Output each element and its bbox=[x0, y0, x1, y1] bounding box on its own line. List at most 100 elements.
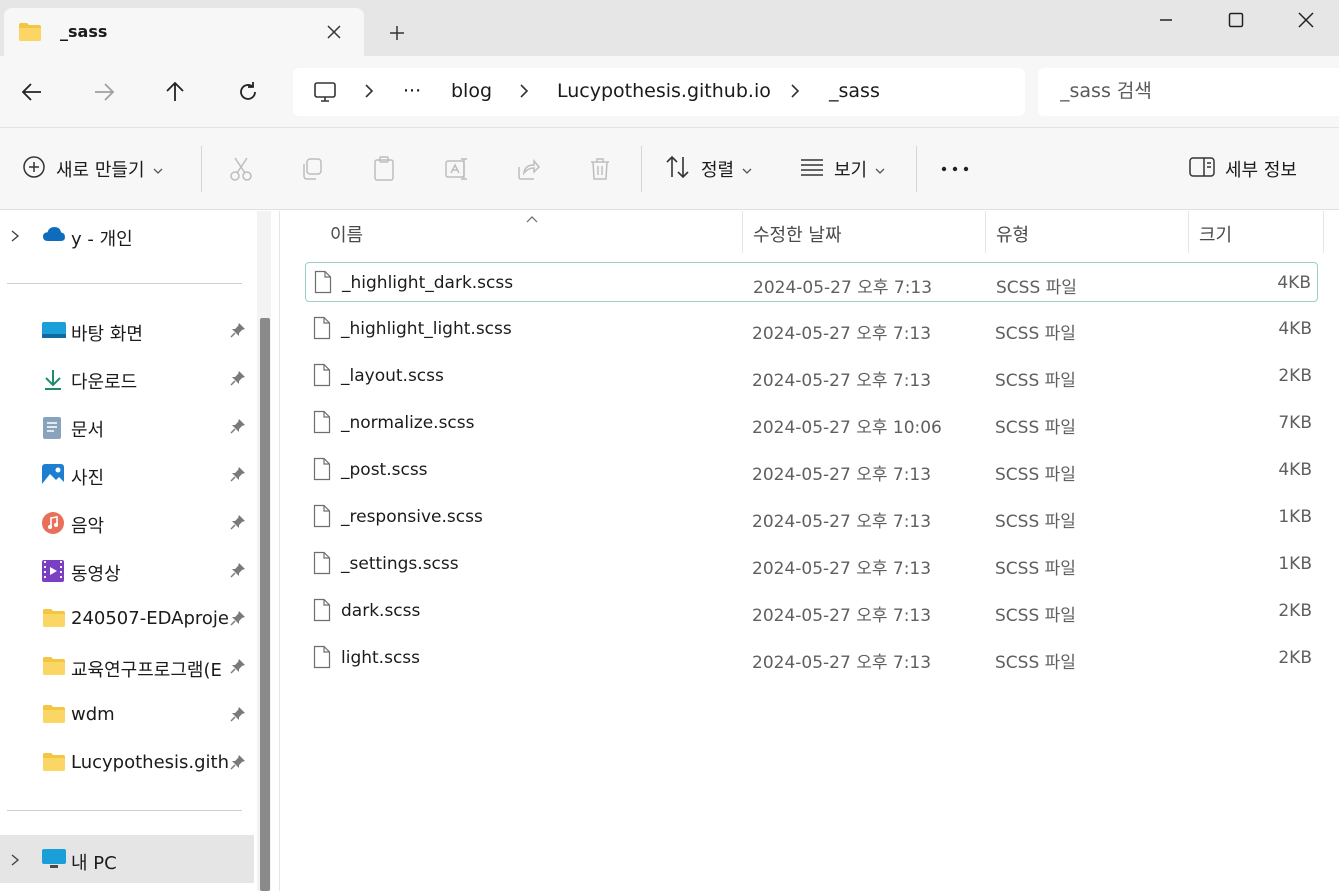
pin-icon[interactable] bbox=[230, 418, 246, 438]
this-pc-icon[interactable] bbox=[313, 80, 337, 108]
sidebar-item-desktop[interactable]: 바탕 화면 bbox=[0, 308, 254, 354]
file-name: _responsive.scss bbox=[341, 507, 483, 527]
back-arrow-icon[interactable] bbox=[14, 74, 50, 110]
column-divider[interactable] bbox=[985, 211, 986, 253]
column-divider[interactable] bbox=[742, 211, 743, 253]
file-icon bbox=[313, 645, 331, 673]
view-lines-icon bbox=[800, 158, 824, 180]
chevron-right-icon bbox=[518, 82, 530, 104]
sidebar-item-label: 교육연구프로그램(E bbox=[71, 660, 222, 681]
title-bar: _sass bbox=[0, 0, 1339, 56]
file-row[interactable]: _highlight_dark.scss 2024-05-27 오후 7:13 … bbox=[305, 262, 1318, 302]
more-options-icon[interactable] bbox=[941, 150, 969, 188]
file-row[interactable]: _settings.scss 2024-05-27 오후 7:13 SCSS 파… bbox=[305, 544, 1318, 584]
minimize-icon[interactable] bbox=[1131, 0, 1201, 40]
file-row[interactable]: _normalize.scss 2024-05-27 오후 10:06 SCSS… bbox=[305, 403, 1318, 443]
address-bar[interactable]: ··· blog Lucypothesis.github.io _sass bbox=[293, 68, 1025, 116]
sidebar-item-folder-wdm[interactable]: wdm bbox=[0, 692, 254, 738]
details-pane-label: 세부 정보 bbox=[1225, 160, 1297, 181]
share-icon[interactable] bbox=[516, 150, 540, 188]
pin-icon[interactable] bbox=[230, 322, 246, 342]
breadcrumb-blog[interactable]: blog bbox=[451, 80, 492, 102]
sidebar-item-documents[interactable]: 문서 bbox=[0, 404, 254, 450]
file-modified: 2024-05-27 오후 7:13 bbox=[752, 324, 932, 344]
search-input[interactable] bbox=[1060, 80, 1320, 102]
sidebar-item-label: 문서 bbox=[71, 420, 105, 441]
file-size: 4KB bbox=[1278, 460, 1312, 480]
file-row[interactable]: light.scss 2024-05-27 오후 7:13 SCSS 파일 2K… bbox=[305, 638, 1318, 678]
column-header-name[interactable]: 이름 bbox=[330, 211, 742, 253]
sidebar-item-folder-program[interactable]: 교육연구프로그램(E bbox=[0, 644, 254, 690]
pin-icon[interactable] bbox=[230, 610, 246, 630]
sidebar-item-pictures[interactable]: 사진 bbox=[0, 452, 254, 498]
refresh-icon[interactable] bbox=[230, 74, 266, 110]
column-divider[interactable] bbox=[1188, 211, 1189, 253]
pin-icon[interactable] bbox=[230, 562, 246, 582]
sidebar-item-label: y - 개인 bbox=[71, 229, 133, 250]
breadcrumb-overflow[interactable]: ··· bbox=[403, 80, 421, 102]
sort-button[interactable]: 정렬 bbox=[665, 150, 752, 188]
file-name: _post.scss bbox=[341, 460, 428, 480]
search-box[interactable] bbox=[1038, 68, 1339, 116]
file-type: SCSS 파일 bbox=[995, 606, 1076, 626]
breadcrumb-current[interactable]: _sass bbox=[829, 80, 880, 102]
pane-divider bbox=[279, 211, 280, 891]
chevron-right-icon bbox=[363, 82, 375, 104]
file-row[interactable]: dark.scss 2024-05-27 오후 7:13 SCSS 파일 2KB bbox=[305, 591, 1318, 631]
close-window-icon[interactable] bbox=[1271, 0, 1339, 40]
file-name: _normalize.scss bbox=[341, 413, 475, 433]
file-row[interactable]: _layout.scss 2024-05-27 오후 7:13 SCSS 파일 … bbox=[305, 356, 1318, 396]
view-button[interactable]: 보기 bbox=[800, 150, 885, 188]
close-tab-icon[interactable] bbox=[320, 20, 348, 44]
rename-icon[interactable] bbox=[444, 150, 470, 188]
column-header-type[interactable]: 유형 bbox=[996, 211, 1186, 253]
sidebar-item-folder-github[interactable]: Lucypothesis.github bbox=[0, 740, 254, 786]
file-name: _highlight_light.scss bbox=[341, 319, 512, 339]
maximize-icon[interactable] bbox=[1201, 0, 1271, 40]
file-row[interactable]: _post.scss 2024-05-27 오후 7:13 SCSS 파일 4K… bbox=[305, 450, 1318, 490]
column-header-size[interactable]: 크기 bbox=[1199, 211, 1319, 253]
plus-circle-icon bbox=[22, 155, 46, 183]
sidebar-item-onedrive[interactable]: y - 개인 bbox=[0, 213, 254, 259]
tab-current[interactable]: _sass bbox=[4, 8, 364, 56]
details-pane-icon bbox=[1189, 157, 1215, 181]
forward-arrow-icon[interactable] bbox=[86, 74, 122, 110]
sidebar-item-music[interactable]: 음악 bbox=[0, 500, 254, 546]
column-divider[interactable] bbox=[1323, 211, 1324, 253]
sidebar-item-label: 동영상 bbox=[71, 564, 121, 585]
sidebar-item-folder-eda[interactable]: 240507-EDAproject bbox=[0, 596, 254, 642]
pin-icon[interactable] bbox=[230, 514, 246, 534]
new-button[interactable]: 새로 만들기 bbox=[22, 150, 163, 188]
pin-icon[interactable] bbox=[230, 658, 246, 678]
pin-icon[interactable] bbox=[230, 370, 246, 390]
navigation-pane: y - 개인 바탕 화면 다운로드 문서 사진 음악 동영상 240507-ED… bbox=[0, 211, 254, 891]
details-pane-button[interactable]: 세부 정보 bbox=[1189, 150, 1297, 188]
chevron-right-icon[interactable] bbox=[10, 228, 20, 247]
sidebar-item-videos[interactable]: 동영상 bbox=[0, 548, 254, 594]
folder-icon bbox=[42, 656, 65, 678]
sidebar-item-downloads[interactable]: 다운로드 bbox=[0, 356, 254, 402]
file-size: 4KB bbox=[1278, 319, 1312, 339]
file-row[interactable]: _highlight_light.scss 2024-05-27 오후 7:13… bbox=[305, 309, 1318, 349]
file-row[interactable]: _responsive.scss 2024-05-27 오후 7:13 SCSS… bbox=[305, 497, 1318, 537]
video-icon bbox=[42, 560, 64, 582]
chevron-right-icon bbox=[789, 82, 801, 104]
delete-icon[interactable] bbox=[589, 150, 611, 188]
new-tab-icon[interactable] bbox=[382, 18, 412, 48]
up-arrow-icon[interactable] bbox=[157, 74, 193, 110]
breadcrumb-repo[interactable]: Lucypothesis.github.io bbox=[557, 80, 771, 102]
paste-icon[interactable] bbox=[372, 150, 396, 188]
cut-icon[interactable] bbox=[229, 150, 253, 188]
pin-icon[interactable] bbox=[230, 706, 246, 726]
copy-icon[interactable] bbox=[300, 150, 324, 188]
chevron-down-icon bbox=[742, 160, 752, 179]
column-header-modified[interactable]: 수정한 날짜 bbox=[753, 211, 983, 253]
pin-icon[interactable] bbox=[230, 466, 246, 486]
file-type: SCSS 파일 bbox=[995, 418, 1076, 438]
tab-title: _sass bbox=[60, 22, 108, 41]
pin-icon[interactable] bbox=[230, 754, 246, 774]
sidebar-item-label: 바탕 화면 bbox=[71, 324, 143, 345]
sidebar-item-this-pc[interactable]: 내 PC bbox=[0, 835, 254, 883]
sidebar-scrollbar-thumb[interactable] bbox=[260, 318, 270, 891]
chevron-right-icon[interactable] bbox=[10, 852, 20, 871]
